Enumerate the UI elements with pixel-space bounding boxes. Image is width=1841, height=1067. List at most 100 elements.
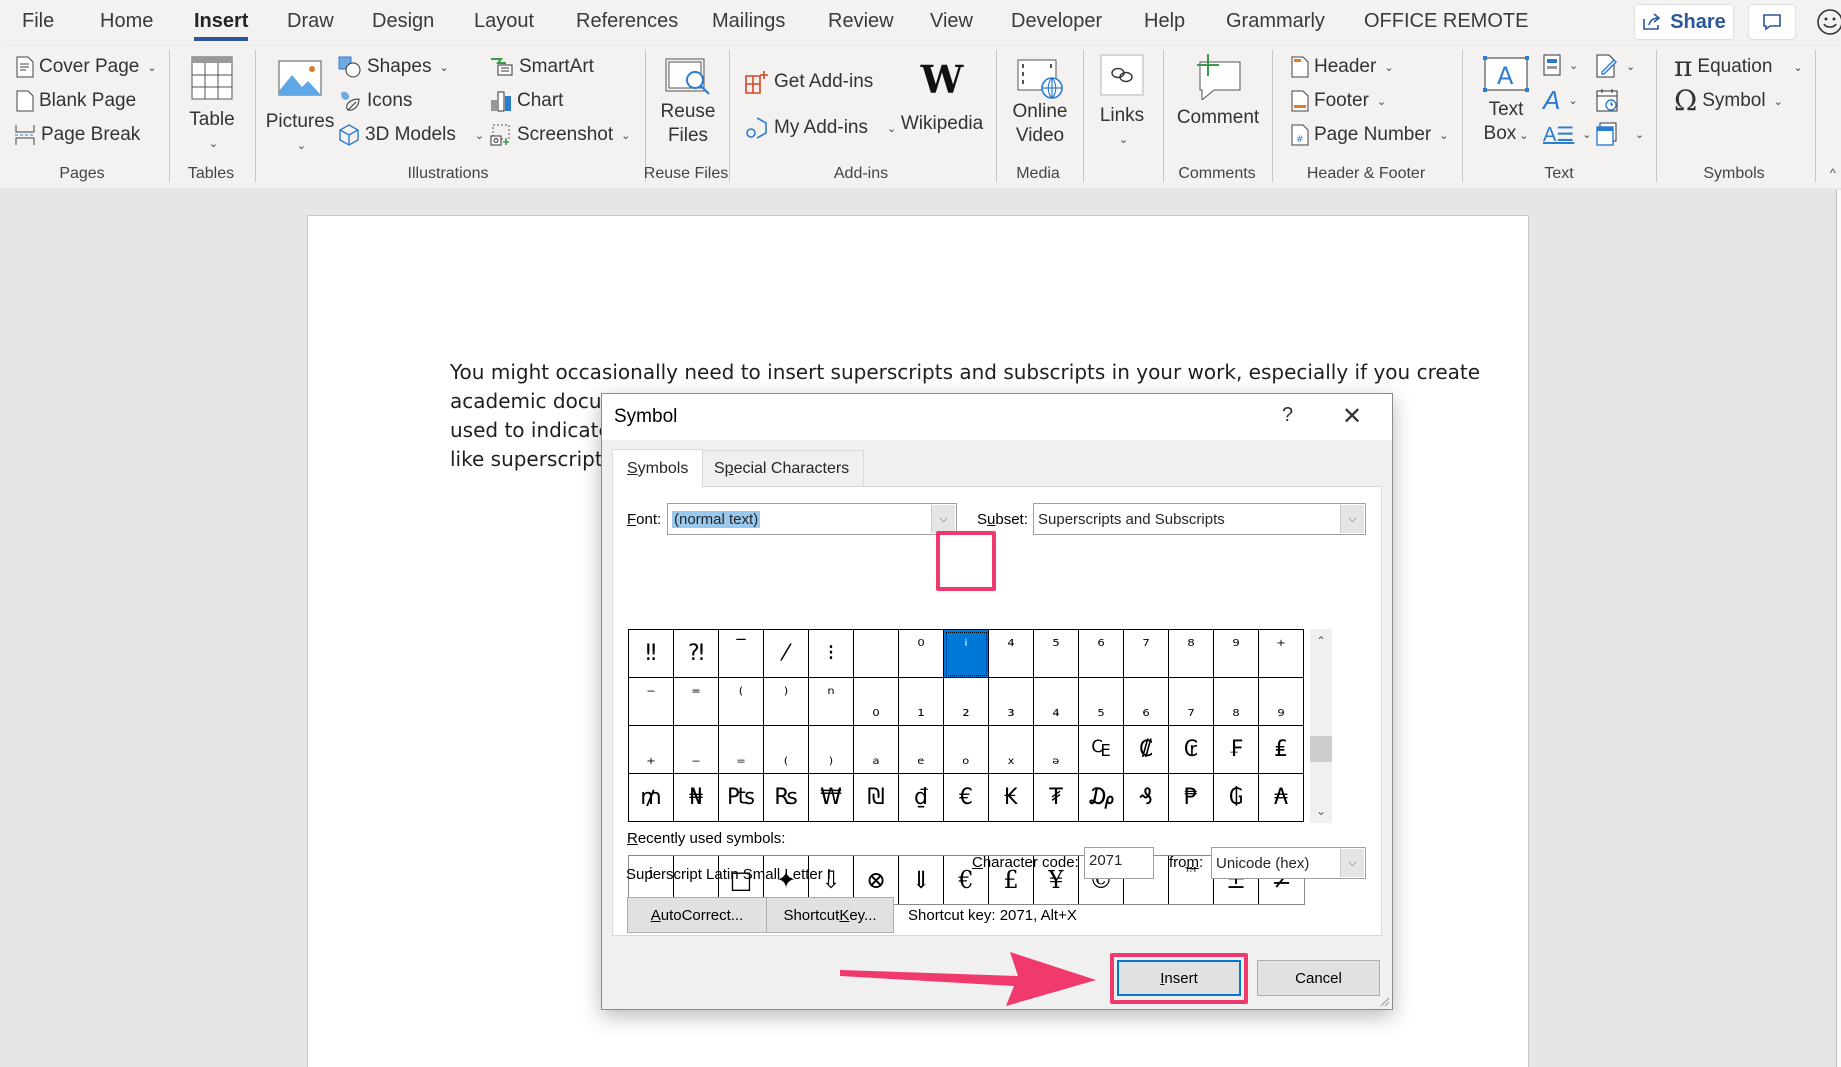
symbol-cell[interactable]: ₎ — [809, 726, 854, 774]
symbol-cell[interactable]: ₪ — [854, 774, 899, 822]
symbol-cell[interactable]: ₯ — [1079, 774, 1124, 822]
tab-design[interactable]: Design — [372, 10, 434, 33]
scroll-thumb[interactable] — [1310, 736, 1332, 762]
dialog-title-bar[interactable]: Symbol ? ✕ — [602, 394, 1392, 440]
symbol-cell[interactable]: ₉ — [1259, 678, 1304, 726]
tab-layout[interactable]: Layout — [474, 10, 534, 33]
symbol-cell[interactable]: ₋ — [674, 726, 719, 774]
symbol-cell[interactable]: ⁸ — [1169, 630, 1214, 678]
symbol-cell[interactable] — [854, 630, 899, 678]
tab-references[interactable]: References — [576, 10, 678, 33]
equation-button[interactable]: π Equation ⌄ — [1674, 53, 1803, 81]
symbol-grid-scrollbar[interactable]: ⌃ ⌄ — [1310, 629, 1332, 823]
symbol-cell[interactable]: ⁿ — [809, 678, 854, 726]
table-button[interactable]: Table ⌄ — [188, 56, 236, 156]
symbol-cell[interactable]: ₓ — [989, 726, 1034, 774]
symbol-cell[interactable]: ₮ — [1034, 774, 1079, 822]
tab-help[interactable]: Help — [1144, 10, 1185, 33]
symbol-cell[interactable]: ₢ — [1169, 726, 1214, 774]
get-add-ins-button[interactable]: Get Add-ins — [745, 70, 873, 94]
help-button[interactable]: ? — [1282, 404, 1293, 427]
tab-grammarly[interactable]: Grammarly — [1226, 10, 1325, 33]
tab-file[interactable]: File — [22, 10, 54, 33]
symbol-cell[interactable]: ₡ — [1124, 726, 1169, 774]
tab-insert[interactable]: Insert — [194, 10, 249, 41]
symbol-cell-selected[interactable]: ⁱ — [944, 630, 989, 678]
my-add-ins-button[interactable]: My Add-ins ⌄ — [745, 116, 896, 140]
tab-mailings[interactable]: Mailings — [712, 10, 785, 33]
chart-button[interactable]: Chart — [490, 90, 563, 112]
symbol-cell[interactable]: ₔ — [1034, 726, 1079, 774]
vertical-scrollbar[interactable] — [1836, 190, 1841, 1067]
symbol-cell[interactable]: ₒ — [944, 726, 989, 774]
autocorrect-button[interactable]: AutoCorrect... — [627, 897, 767, 933]
symbol-cell[interactable]: ⁰ — [899, 630, 944, 678]
symbol-cell[interactable]: ⁷ — [1124, 630, 1169, 678]
chevron-down-icon[interactable]: ⌵ — [1340, 849, 1364, 877]
links-button[interactable]: Links ⌄ — [1097, 54, 1147, 152]
symbol-cell[interactable]: ⁻ — [629, 678, 674, 726]
pictures-button[interactable]: Pictures ⌄ — [266, 60, 334, 158]
symbol-cell[interactable]: ⁈ — [674, 630, 719, 678]
page-number-button[interactable]: # Page Number ⌄ — [1291, 124, 1448, 146]
symbol-cell[interactable]: ⁺ — [1259, 630, 1304, 678]
symbol-button[interactable]: Ω Symbol ⌄ — [1674, 87, 1783, 115]
symbol-cell[interactable]: ₆ — [1124, 678, 1169, 726]
symbol-cell[interactable]: ⁽ — [719, 678, 764, 726]
symbol-cell[interactable]: ₍ — [764, 726, 809, 774]
reuse-files-button[interactable]: Reuse Files — [656, 58, 720, 148]
icons-button[interactable]: Icons — [338, 90, 412, 112]
cancel-button[interactable]: Cancel — [1257, 960, 1380, 996]
symbol-cell[interactable]: ⁾ — [764, 678, 809, 726]
symbol-cell[interactable]: ₫ — [899, 774, 944, 822]
text-box-button[interactable]: A Text Box ⌄ — [1478, 56, 1534, 148]
symbol-cell[interactable]: ₱ — [1169, 774, 1214, 822]
tab-draw[interactable]: Draw — [287, 10, 334, 33]
symbol-cell[interactable]: ₳ — [1259, 774, 1304, 822]
character-code-input[interactable]: 2071 — [1084, 847, 1154, 879]
date-time-button[interactable] — [1596, 88, 1618, 112]
tab-view[interactable]: View — [930, 10, 973, 33]
tab-home[interactable]: Home — [100, 10, 153, 33]
symbol-cell[interactable]: ₥ — [629, 774, 674, 822]
3d-models-button[interactable]: 3D Models ⌄ — [338, 124, 484, 146]
chevron-down-icon[interactable]: ⌵ — [1340, 505, 1364, 533]
smiley-icon[interactable] — [1816, 8, 1841, 36]
symbol-cell[interactable]: ₭ — [989, 774, 1034, 822]
shapes-button[interactable]: Shapes ⌄ — [338, 56, 449, 78]
from-dropdown[interactable]: Unicode (hex) ⌵ — [1211, 847, 1366, 879]
symbol-cell[interactable]: ₑ — [899, 726, 944, 774]
smartart-button[interactable]: SmartArt — [490, 56, 594, 78]
online-video-button[interactable]: Online Video — [1006, 58, 1074, 148]
symbol-cell[interactable]: ⁝ — [809, 630, 854, 678]
tab-office-remote[interactable]: OFFICE REMOTE — [1364, 10, 1528, 33]
symbol-cell[interactable]: ₠ — [1079, 726, 1124, 774]
comments-button[interactable] — [1748, 4, 1796, 40]
tab-review[interactable]: Review — [828, 10, 894, 33]
quick-parts-button[interactable]: ⌄ — [1543, 54, 1578, 76]
symbol-cell[interactable]: ₤ — [1259, 726, 1304, 774]
symbol-cell[interactable]: ⁄ — [764, 630, 809, 678]
comment-button[interactable]: Comment — [1175, 54, 1261, 130]
symbol-cell[interactable]: € — [944, 774, 989, 822]
symbol-cell[interactable]: ₌ — [719, 726, 764, 774]
symbol-cell[interactable]: ⁹ — [1214, 630, 1259, 678]
font-dropdown[interactable]: (normal text) ⌵ — [667, 503, 957, 535]
page-break-button[interactable]: Page Break — [14, 124, 140, 146]
share-button[interactable]: Share — [1634, 4, 1734, 40]
symbol-cell[interactable]: ₦ — [674, 774, 719, 822]
symbol-cell[interactable]: ⁵ — [1034, 630, 1079, 678]
wordart-button[interactable]: A ⌄ — [1543, 87, 1578, 113]
tab-special-characters[interactable]: Sp ecial Characters — [699, 450, 865, 486]
collapse-ribbon-icon[interactable]: ^ — [1830, 166, 1836, 180]
symbol-cell[interactable]: ₃ — [989, 678, 1034, 726]
object-button[interactable]: ⌄ — [1596, 122, 1644, 146]
tab-developer[interactable]: Developer — [1011, 10, 1102, 33]
screenshot-button[interactable]: Screenshot ⌄ — [490, 124, 630, 146]
symbol-cell[interactable]: ⁴ — [989, 630, 1034, 678]
symbol-cell[interactable]: ₅ — [1079, 678, 1124, 726]
cover-page-button[interactable]: Cover Page ⌄ — [16, 56, 157, 78]
insert-button[interactable]: Insert — [1117, 960, 1241, 996]
wikipedia-button[interactable]: W Wikipedia — [900, 60, 984, 136]
symbol-cell[interactable]: ₰ — [1124, 774, 1169, 822]
